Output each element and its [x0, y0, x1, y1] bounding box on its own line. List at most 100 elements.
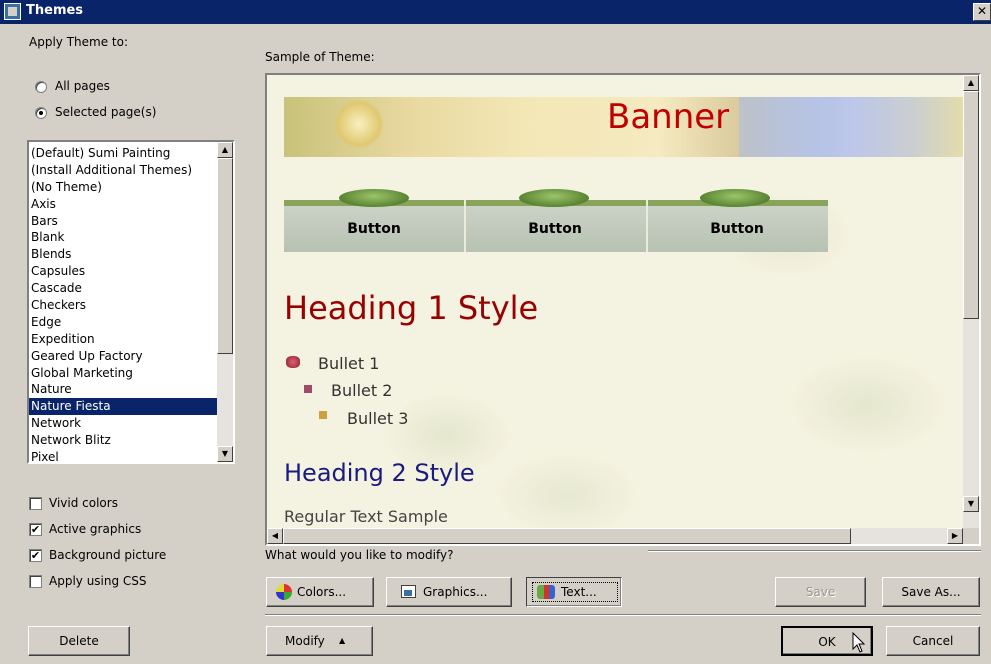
theme-list-item[interactable]: Bars	[29, 213, 217, 230]
nav-leaf-icon	[339, 189, 409, 207]
bullet1-text: Bullet 1	[318, 354, 380, 373]
sample-label: Sample of Theme:	[265, 50, 375, 64]
footer-separator	[265, 614, 981, 616]
apply-css-checkbox[interactable]: Apply using CSS	[29, 573, 229, 591]
radio-selected-pages-dot[interactable]	[35, 107, 47, 119]
colors-button[interactable]: Colors...	[266, 577, 374, 607]
arrow-up-icon: ▲	[339, 636, 346, 645]
modify-button[interactable]: Modify ▲	[266, 626, 373, 656]
scroll-down-button[interactable]: ▼	[217, 446, 233, 462]
theme-list-item[interactable]: (No Theme)	[29, 179, 217, 196]
text-style-icon	[537, 585, 555, 599]
picture-icon	[401, 585, 416, 598]
preview-scroll-right-button[interactable]: ▶	[947, 528, 963, 544]
cancel-button[interactable]: Cancel	[886, 626, 980, 656]
theme-list-item[interactable]: Global Marketing	[29, 365, 217, 382]
active-graphics-label: Active graphics	[49, 522, 142, 536]
theme-list-items: (Default) Sumi Painting (Install Addition…	[29, 145, 217, 462]
maple-leaf-graphic	[334, 99, 384, 149]
save-button[interactable]: Save	[775, 577, 866, 607]
window-title: Themes	[26, 3, 84, 18]
modify-separator	[648, 550, 981, 552]
nav-separator	[464, 200, 466, 252]
apply-css-box[interactable]	[29, 575, 42, 588]
bullet1-icon	[286, 356, 300, 368]
radio-selected-pages[interactable]: Selected page(s)	[35, 104, 185, 122]
preview-vertical-scrollbar[interactable]: ▲ ▼	[963, 75, 979, 528]
text-button-label: Text...	[561, 585, 597, 599]
scroll-thumb[interactable]	[217, 158, 233, 354]
preview-vscroll-thumb[interactable]	[963, 91, 979, 319]
theme-list[interactable]: (Default) Sumi Painting (Install Addition…	[27, 140, 235, 464]
theme-list-item[interactable]: Cascade	[29, 280, 217, 297]
bullet2-icon	[304, 385, 312, 393]
radio-all-pages-label: All pages	[55, 79, 110, 93]
background-picture-label: Background picture	[49, 548, 167, 562]
theme-sample-canvas: Banner Button Button Button Heading 1 St…	[267, 75, 963, 528]
scroll-up-button[interactable]: ▲	[217, 142, 233, 158]
graphics-button-label: Graphics...	[423, 585, 488, 599]
sample-nav-button: Button	[710, 221, 764, 237]
radio-all-pages-dot[interactable]	[35, 81, 47, 93]
vivid-colors-checkbox[interactable]: Vivid colors	[29, 495, 229, 513]
theme-list-item[interactable]: Axis	[29, 196, 217, 213]
theme-list-item[interactable]: (Install Additional Themes)	[29, 162, 217, 179]
apply-css-label: Apply using CSS	[49, 574, 147, 588]
save-as-button[interactable]: Save As...	[882, 577, 980, 607]
theme-list-item[interactable]: Pixel	[29, 449, 217, 462]
theme-list-item[interactable]: Blank	[29, 229, 217, 246]
theme-list-item[interactable]: Blends	[29, 246, 217, 263]
close-button[interactable]: ✕	[973, 3, 991, 21]
body-text-sample: Regular Text Sample	[284, 507, 448, 526]
palette-icon	[276, 584, 292, 600]
apply-theme-label: Apply Theme to:	[29, 35, 128, 49]
theme-list-scrollbar[interactable]: ▲ ▼	[217, 142, 233, 462]
modify-button-label: Modify	[285, 634, 325, 648]
preview-hscroll-thumb[interactable]	[283, 528, 851, 544]
theme-list-item[interactable]: (Default) Sumi Painting	[29, 145, 217, 162]
background-picture-checkbox[interactable]: ✔ Background picture	[29, 547, 229, 565]
nav-leaf-icon	[700, 189, 770, 207]
mouse-cursor-icon	[852, 632, 866, 653]
picture-icon-fill	[404, 590, 412, 596]
title-bar: Themes	[0, 0, 991, 24]
theme-list-item[interactable]: Network	[29, 415, 217, 432]
bullet3-text: Bullet 3	[347, 409, 409, 428]
theme-list-item[interactable]: Geared Up Factory	[29, 348, 217, 365]
scroll-corner	[963, 528, 979, 544]
active-graphics-box[interactable]: ✔	[29, 523, 42, 536]
preview-scroll-down-button[interactable]: ▼	[963, 496, 979, 512]
theme-list-item[interactable]: Nature Fiesta	[29, 398, 217, 416]
sample-nav-button: Button	[347, 221, 401, 237]
theme-list-item[interactable]: Expedition	[29, 331, 217, 348]
theme-list-item[interactable]: Network Blitz	[29, 432, 217, 449]
preview-scroll-left-button[interactable]: ◀	[267, 528, 283, 544]
theme-preview: Banner Button Button Button Heading 1 St…	[265, 73, 981, 546]
blue-leaves-graphic	[739, 97, 963, 157]
modify-question: What would you like to modify?	[265, 548, 454, 562]
heading1-sample: Heading 1 Style	[284, 289, 539, 327]
preview-scroll-up-button[interactable]: ▲	[963, 75, 979, 91]
sample-nav-button: Button	[528, 221, 582, 237]
banner-text: Banner	[607, 97, 730, 137]
nav-separator	[646, 200, 648, 252]
active-graphics-checkbox[interactable]: ✔ Active graphics	[29, 521, 229, 539]
theme-list-item[interactable]: Nature	[29, 381, 217, 398]
radio-selected-pages-label: Selected page(s)	[55, 105, 157, 119]
background-picture-box[interactable]: ✔	[29, 549, 42, 562]
nav-leaf-icon	[519, 189, 589, 207]
text-button[interactable]: Text...	[526, 577, 622, 607]
colors-button-label: Colors...	[297, 585, 347, 599]
bullet2-text: Bullet 2	[331, 381, 393, 400]
delete-button[interactable]: Delete	[28, 626, 130, 656]
vivid-colors-box[interactable]	[29, 497, 42, 510]
preview-horizontal-scrollbar[interactable]: ◀ ▶	[267, 528, 963, 544]
bullet3-icon	[319, 411, 327, 419]
graphics-button[interactable]: Graphics...	[386, 577, 512, 607]
theme-list-item[interactable]: Capsules	[29, 263, 217, 280]
theme-list-item[interactable]: Checkers	[29, 297, 217, 314]
vivid-colors-label: Vivid colors	[49, 496, 118, 510]
themes-app-icon	[4, 3, 21, 20]
radio-all-pages[interactable]: All pages	[35, 78, 185, 96]
theme-list-item[interactable]: Edge	[29, 314, 217, 331]
